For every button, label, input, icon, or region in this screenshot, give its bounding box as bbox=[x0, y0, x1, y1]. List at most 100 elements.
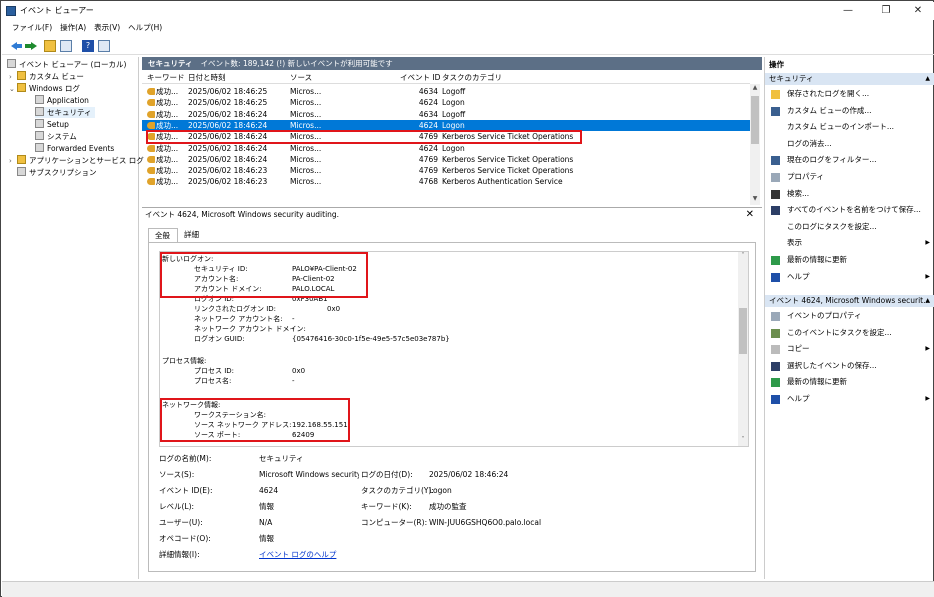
action-item[interactable]: ヘルプ ▶ bbox=[765, 392, 934, 406]
event-source: Micros... bbox=[290, 143, 322, 153]
prop-logged-label: ログの日付(D): bbox=[361, 470, 413, 479]
save-icon bbox=[771, 361, 780, 371]
action-item[interactable]: 現在のログをフィルター... bbox=[765, 153, 934, 167]
msg-process-name-label: プロセス名: bbox=[194, 377, 232, 385]
action-item[interactable]: カスタム ビューの作成... bbox=[765, 104, 934, 118]
event-row[interactable]: 成功... 2025/06/02 18:46:23 Micros... 4768 Ker… bbox=[142, 176, 750, 187]
event-row[interactable]: 成功... 2025/06/02 18:46:24 Micros... 4769 Ker… bbox=[142, 154, 750, 165]
event-keyword-text: 成功... bbox=[156, 98, 179, 108]
action-pane-icon[interactable] bbox=[98, 40, 110, 52]
tab-general[interactable]: 全般 bbox=[148, 228, 178, 242]
event-datetime: 2025/06/02 18:46:23 bbox=[188, 177, 268, 187]
action-item[interactable]: 表示 ▶ bbox=[765, 236, 934, 250]
event-viewer-icon bbox=[7, 59, 16, 68]
action-item[interactable]: 最新の情報に更新 bbox=[765, 375, 934, 389]
message-scrollbar[interactable]: ˄ ˅ bbox=[738, 252, 748, 446]
scroll-down-icon[interactable]: ▼ bbox=[750, 195, 760, 205]
scroll-up-icon[interactable]: ˄ bbox=[738, 252, 748, 262]
tab-details[interactable]: 詳細 bbox=[178, 228, 208, 242]
menu-view[interactable]: 表示(V) bbox=[90, 21, 124, 35]
save-icon bbox=[771, 206, 780, 216]
tree-item-system[interactable]: システム bbox=[35, 131, 77, 142]
maximize-button[interactable]: ❐ bbox=[872, 3, 900, 19]
action-item[interactable]: 検索... bbox=[765, 187, 934, 201]
action-label: このログにタスクを設定... bbox=[787, 221, 877, 231]
actions-section-security[interactable]: セキュリティ ▲ bbox=[765, 73, 934, 85]
event-row[interactable]: 成功... 2025/06/02 18:46:25 Micros... 4634 Log… bbox=[142, 86, 750, 97]
tree-item-application[interactable]: Application bbox=[35, 95, 89, 106]
log-icon bbox=[35, 107, 44, 116]
tree-item-security[interactable]: セキュリティ bbox=[35, 107, 95, 118]
msg-linked-logon-label: リンクされたログオン ID: bbox=[194, 305, 277, 313]
menu-action[interactable]: 操作(A) bbox=[56, 21, 90, 35]
minimize-button[interactable]: — bbox=[834, 3, 862, 19]
chevron-down-icon[interactable]: ⌄ bbox=[9, 84, 17, 95]
action-item[interactable]: このログにタスクを設定... bbox=[765, 220, 934, 234]
menu-file[interactable]: ファイル(F) bbox=[8, 21, 56, 35]
event-row[interactable]: 成功... 2025/06/02 18:46:23 Micros... 4769 Ker… bbox=[142, 165, 750, 176]
chevron-right-icon[interactable]: › bbox=[9, 72, 17, 83]
scroll-thumb[interactable] bbox=[739, 308, 747, 354]
prop-task: Logon bbox=[429, 486, 452, 495]
action-item[interactable]: このイベントにタスクを設定... bbox=[765, 326, 934, 340]
actions-section-event[interactable]: イベント 4624, Microsoft Windows securit... ▲ bbox=[765, 295, 934, 307]
action-item[interactable]: すべてのイベントを名前をつけて保存... bbox=[765, 203, 934, 217]
tree-custom-views[interactable]: › カスタム ビュー bbox=[9, 71, 84, 82]
event-datetime: 2025/06/02 18:46:25 bbox=[188, 87, 268, 96]
event-log-help-link[interactable]: イベント ログのヘルプ bbox=[259, 550, 336, 560]
tree-subscriptions[interactable]: サブスクリプション bbox=[17, 167, 97, 178]
event-id: 4768 bbox=[418, 177, 438, 187]
event-keyword-text: 成功... bbox=[156, 154, 179, 164]
action-item[interactable]: 保存されたログを開く... bbox=[765, 87, 934, 101]
action-item[interactable]: カスタム ビューのインポート... bbox=[765, 120, 934, 134]
action-item[interactable]: イベントのプロパティ bbox=[765, 309, 934, 323]
column-task[interactable]: タスクのカテゴリ bbox=[442, 72, 502, 84]
action-item[interactable]: ヘルプ ▶ bbox=[765, 270, 934, 284]
menu-help[interactable]: ヘルプ(H) bbox=[124, 21, 166, 35]
column-source[interactable]: ソース bbox=[290, 72, 312, 84]
scroll-up-icon[interactable]: ▲ bbox=[750, 84, 760, 94]
event-row[interactable]: 成功... 2025/06/02 18:46:24 Micros... 4634 Log… bbox=[142, 109, 750, 120]
action-item[interactable]: 最新の情報に更新 bbox=[765, 253, 934, 267]
action-label: 最新の情報に更新 bbox=[787, 377, 847, 387]
event-datetime: 2025/06/02 18:46:25 bbox=[188, 98, 268, 108]
close-window-button[interactable]: ✕ bbox=[904, 3, 932, 19]
tree-windows-logs[interactable]: ⌄ Windows ログ bbox=[9, 83, 80, 94]
event-keyword: 成功... bbox=[147, 86, 178, 97]
column-event-id[interactable]: イベント ID bbox=[400, 72, 440, 84]
show-hide-tree-icon[interactable] bbox=[60, 40, 72, 52]
event-id: 4634 bbox=[418, 87, 438, 96]
tree-root[interactable]: イベント ビューアー (ローカル) bbox=[7, 59, 126, 70]
action-item[interactable]: コピー ▶ bbox=[765, 342, 934, 356]
help-icon[interactable]: ? bbox=[82, 40, 94, 52]
help-icon bbox=[771, 395, 780, 404]
action-item[interactable]: ログの消去... bbox=[765, 137, 934, 151]
scroll-thumb[interactable] bbox=[751, 96, 759, 144]
tree-item-setup[interactable]: Setup bbox=[35, 119, 69, 130]
event-id: 4624 bbox=[418, 98, 438, 108]
event-list-scrollbar[interactable]: ▲ ▼ bbox=[750, 84, 760, 205]
chevron-up-icon[interactable]: ▲ bbox=[925, 73, 930, 85]
prop-source-label: ソース(S): bbox=[159, 470, 195, 479]
forward-arrow-icon[interactable] bbox=[25, 40, 37, 52]
column-datetime[interactable]: 日付と時刻 bbox=[188, 72, 226, 84]
column-keyword[interactable]: キーワード bbox=[147, 72, 185, 84]
event-message[interactable]: 新しいログオン: セキュリティ ID: PALO¥PA-Client-02 アカ… bbox=[159, 251, 749, 447]
chevron-right-icon[interactable]: › bbox=[9, 156, 17, 167]
tree-app-services[interactable]: › アプリケーションとサービス ログ bbox=[9, 155, 144, 166]
action-item[interactable]: 選択したイベントの保存... bbox=[765, 359, 934, 373]
prop-task-label: タスクのカテゴリ(Y): bbox=[361, 486, 434, 495]
event-row[interactable]: 成功... 2025/06/02 18:46:24 Micros... 4624 Log… bbox=[142, 143, 750, 154]
back-arrow-icon[interactable] bbox=[11, 40, 23, 52]
event-id: 4769 bbox=[418, 166, 438, 176]
scroll-down-icon[interactable]: ˅ bbox=[738, 436, 748, 446]
event-row[interactable]: 成功... 2025/06/02 18:46:25 Micros... 4624 Log… bbox=[142, 97, 750, 108]
log-icon bbox=[35, 131, 44, 140]
chevron-up-icon[interactable]: ▲ bbox=[925, 295, 930, 307]
tree-item-forwarded-events[interactable]: Forwarded Events bbox=[35, 143, 114, 154]
actions-pane: 操作 セキュリティ ▲ 保存されたログを開く... カスタム ビューの作成... カス… bbox=[764, 57, 934, 579]
close-icon[interactable]: ✕ bbox=[746, 209, 754, 220]
event-keyword-text: 成功... bbox=[156, 166, 179, 176]
folder-up-icon[interactable] bbox=[44, 40, 56, 52]
action-item[interactable]: プロパティ bbox=[765, 170, 934, 184]
